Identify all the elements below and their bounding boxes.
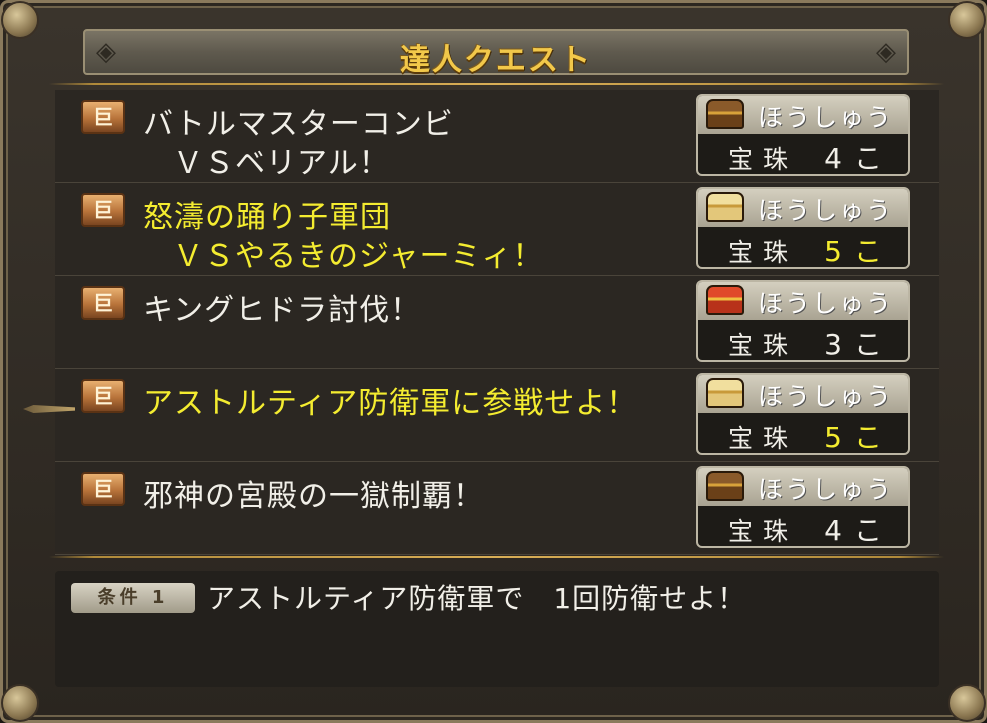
quest-scroll-icon: 巨 <box>81 379 125 413</box>
reward-header: ほうしゅう <box>698 468 908 506</box>
gold-chest-icon <box>706 192 744 222</box>
corner-ornament <box>948 1 986 39</box>
reward-item: 宝珠 <box>728 517 799 546</box>
divider <box>49 556 944 558</box>
quest-list: 巨バトルマスターコンビ ＶＳベリアル！ ほうしゅう 宝珠 4こ巨怒濤の踊り子軍団 ＶＳやる… <box>55 90 939 555</box>
reward-box: ほうしゅう宝珠 5こ <box>696 373 910 455</box>
brown-chest-icon <box>706 99 744 129</box>
reward-label: ほうしゅう <box>758 382 894 411</box>
condition-badge: 条件 1 <box>71 583 195 613</box>
quest-row[interactable]: 巨邪神の宮殿の一獄制覇！ ほうしゅう宝珠 4こ <box>55 462 939 555</box>
divider <box>49 83 944 85</box>
red-chest-icon <box>706 285 744 315</box>
quest-window: ◈ 達人クエスト ◈ 巨バトルマスターコンビ ＶＳベリアル！ ほうしゅう 宝珠 4こ巨怒… <box>0 0 987 723</box>
corner-ornament <box>1 1 39 39</box>
reward-item: 宝珠 <box>728 331 799 360</box>
reward-header: ほうしゅう <box>698 96 908 134</box>
reward-quantity: 4こ <box>824 514 894 547</box>
swirl-ornament-icon: ◈ <box>876 37 896 67</box>
reward-header: ほうしゅう <box>698 375 908 413</box>
quest-row[interactable]: 巨キングヒドラ討伐！ ほうしゅう宝珠 3こ <box>55 276 939 369</box>
quest-row[interactable]: 巨アストルティア防衛軍に参戦せよ！ ほうしゅう宝珠 5こ <box>55 369 939 462</box>
corner-ornament <box>1 684 39 722</box>
title-bar: ◈ 達人クエスト ◈ <box>83 29 909 78</box>
quest-subtitle: ＶＳベリアル！ <box>173 146 390 181</box>
quest-title: バトルマスターコンビ <box>143 107 454 142</box>
reward-box: ほうしゅう宝珠 3こ <box>696 280 910 362</box>
reward-header: ほうしゅう <box>698 282 908 320</box>
reward-quantity: 5こ <box>824 235 894 268</box>
quest-row[interactable]: 巨バトルマスターコンビ ＶＳベリアル！ ほうしゅう宝珠 4こ <box>55 90 939 183</box>
quest-scroll-icon: 巨 <box>81 286 125 320</box>
quest-scroll-icon: 巨 <box>81 100 125 134</box>
reward-quantity: 4こ <box>824 142 894 175</box>
quest-title: キングヒドラ討伐！ <box>143 293 422 328</box>
brown-chest-icon <box>706 471 744 501</box>
gold-chest-icon <box>706 378 744 408</box>
reward-quantity: 3こ <box>824 328 894 361</box>
quest-row[interactable]: 巨怒濤の踊り子軍団 ＶＳやるきのジャーミィ！ ほうしゅう宝珠 5こ <box>55 183 939 276</box>
reward-header: ほうしゅう <box>698 189 908 227</box>
reward-item: 宝珠 <box>728 424 799 453</box>
quest-title: アストルティア防衛軍に参戦せよ！ <box>143 386 638 421</box>
reward-item: 宝珠 <box>728 145 799 174</box>
quest-title: 怒濤の踊り子軍団 <box>143 200 391 235</box>
reward-label: ほうしゅう <box>758 103 894 132</box>
page-title: 達人クエスト <box>400 43 592 78</box>
reward-quantity: 5こ <box>824 421 894 454</box>
quest-scroll-icon: 巨 <box>81 472 125 506</box>
condition-text: アストルティア防衛軍で 1回防衛せよ！ <box>207 582 747 615</box>
condition-panel: 条件 1 アストルティア防衛軍で 1回防衛せよ！ <box>55 571 939 687</box>
reward-box: ほうしゅう宝珠 4こ <box>696 94 910 176</box>
reward-label: ほうしゅう <box>758 289 894 318</box>
reward-item: 宝珠 <box>728 238 799 267</box>
reward-label: ほうしゅう <box>758 475 894 504</box>
quest-title: 邪神の宮殿の一獄制覇！ <box>143 479 484 514</box>
reward-label: ほうしゅう <box>758 196 894 225</box>
corner-ornament <box>948 684 986 722</box>
reward-box: ほうしゅう宝珠 4こ <box>696 466 910 548</box>
quest-scroll-icon: 巨 <box>81 193 125 227</box>
reward-box: ほうしゅう宝珠 5こ <box>696 187 910 269</box>
quest-subtitle: ＶＳやるきのジャーミィ！ <box>173 239 544 274</box>
